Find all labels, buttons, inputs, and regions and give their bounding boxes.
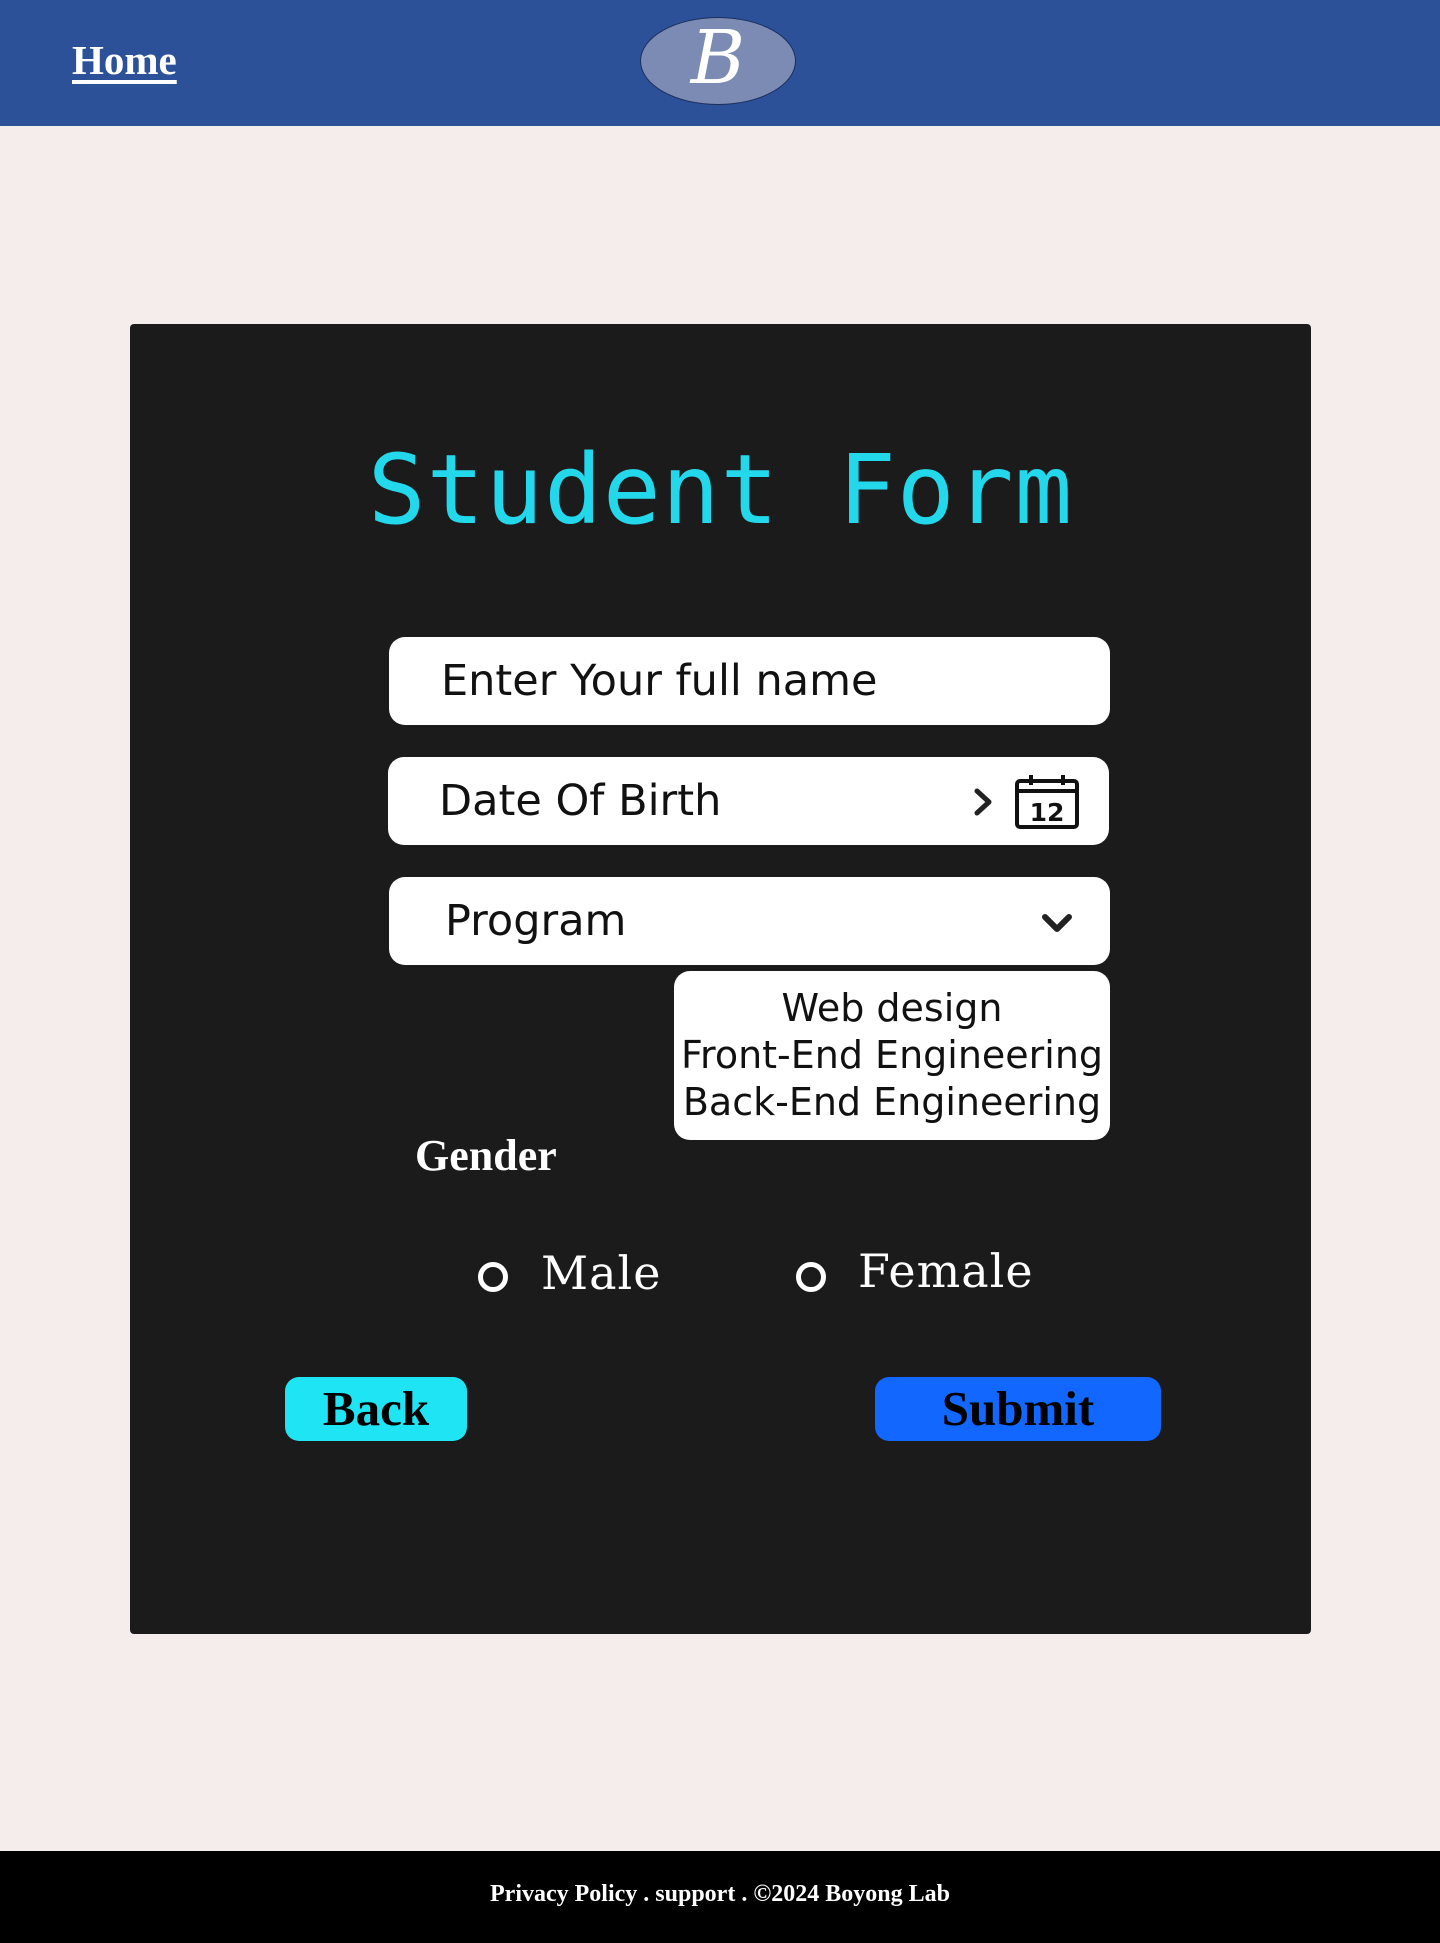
female-radio[interactable]	[796, 1262, 826, 1292]
footer-text: Privacy Policy . support . ©2024 Boyong …	[490, 1881, 950, 1907]
student-form-card: Student Form Enter Your full name Date O…	[130, 324, 1311, 1634]
date-of-birth-input[interactable]: Date Of Birth 12	[388, 757, 1109, 845]
program-option-web-design[interactable]: Web design	[782, 985, 1003, 1032]
program-option-front-end[interactable]: Front-End Engineering	[681, 1032, 1103, 1079]
male-label[interactable]: Male	[541, 1246, 661, 1300]
gender-label: Gender	[415, 1131, 557, 1180]
program-dropdown: Web design Front-End Engineering Back-En…	[674, 971, 1110, 1140]
footer: Privacy Policy . support . ©2024 Boyong …	[0, 1851, 1440, 1943]
submit-button[interactable]: Submit	[875, 1377, 1161, 1441]
program-option-back-end[interactable]: Back-End Engineering	[683, 1079, 1101, 1126]
back-button[interactable]: Back	[285, 1377, 467, 1441]
chevron-right-icon[interactable]	[972, 787, 994, 821]
home-link[interactable]: Home	[72, 36, 177, 84]
logo-letter: B	[690, 15, 746, 101]
full-name-placeholder: Enter Your full name	[441, 656, 878, 706]
full-name-input[interactable]: Enter Your full name	[389, 637, 1110, 725]
chevron-down-icon[interactable]	[1041, 913, 1073, 939]
form-title: Student Form	[367, 434, 1074, 546]
female-label[interactable]: Female	[858, 1244, 1034, 1298]
top-nav-bar: Home B	[0, 0, 1440, 126]
male-radio[interactable]	[478, 1262, 508, 1292]
logo[interactable]: B	[640, 15, 796, 105]
calendar-icon[interactable]: 12	[1014, 774, 1080, 834]
program-placeholder: Program	[445, 896, 627, 946]
program-select[interactable]: Program	[389, 877, 1110, 965]
calendar-day: 12	[1030, 798, 1065, 827]
date-of-birth-placeholder: Date Of Birth	[439, 776, 722, 826]
